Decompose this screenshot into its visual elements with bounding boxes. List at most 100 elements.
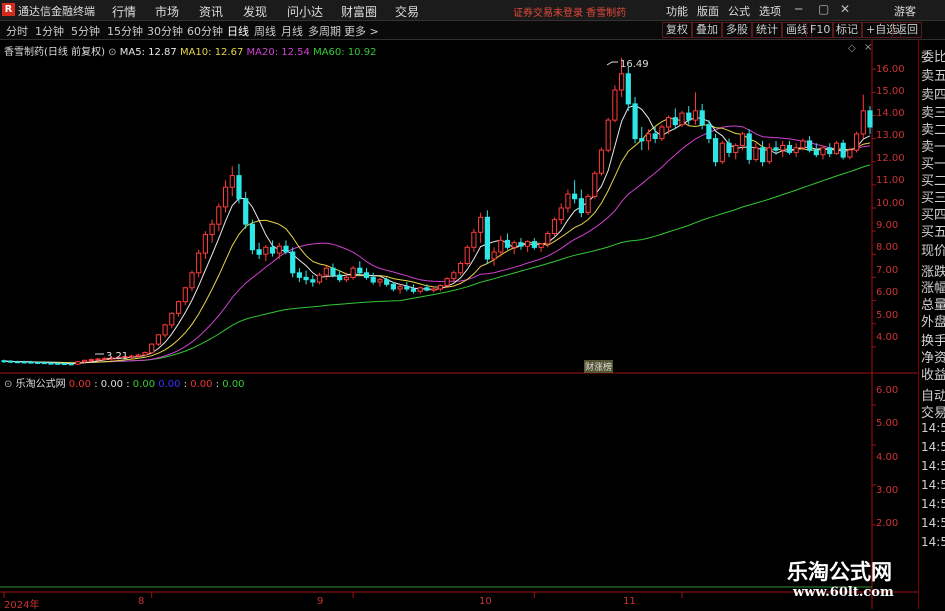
- y-tick-sub: 3.00: [876, 485, 899, 496]
- settings-icon[interactable]: ⊙: [108, 47, 116, 58]
- tab-more[interactable]: 更多 >: [344, 23, 379, 39]
- candle-down: [48, 362, 54, 365]
- guest-user[interactable]: 游客: [894, 3, 916, 19]
- tab-5min[interactable]: 5分钟: [71, 23, 100, 39]
- y-tick-main: 5.00: [876, 310, 899, 321]
- f10-button[interactable]: F10: [806, 22, 835, 38]
- menu-gongshi[interactable]: 公式: [728, 3, 750, 19]
- ma20-value: MA20: 12.54: [246, 47, 310, 58]
- candle-down: [840, 142, 846, 158]
- candle-up: [558, 207, 564, 221]
- candle-down: [786, 145, 793, 153]
- candle-down: [484, 216, 490, 260]
- candle-down: [760, 147, 766, 163]
- candle-down: [504, 239, 511, 248]
- candle-up: [471, 231, 477, 248]
- ma10-value: MA10: 12.67: [179, 47, 244, 58]
- candle-up: [176, 301, 182, 314]
- y-tick-main: 13.00: [876, 130, 905, 141]
- candle-up: [263, 246, 269, 255]
- menu-faxian[interactable]: 发现: [243, 3, 267, 20]
- close-icon[interactable]: ✕: [840, 2, 850, 16]
- candle-up: [592, 172, 598, 197]
- candlestick-chart[interactable]: [0, 40, 918, 609]
- menu-hangqing[interactable]: 行情: [112, 3, 136, 20]
- maximize-icon[interactable]: ▢: [818, 2, 829, 16]
- tab-week[interactable]: 周线: [254, 23, 276, 39]
- candle-up: [612, 89, 618, 121]
- back-button[interactable]: 返回: [892, 22, 922, 38]
- tick-time: 14:56: [921, 440, 945, 454]
- x-tick: 9: [317, 596, 324, 607]
- statistics-button[interactable]: 统计: [752, 22, 782, 38]
- candle-up: [451, 272, 457, 280]
- login-notice[interactable]: 证券交易未登录 香雪制药: [513, 4, 626, 19]
- candle-down: [256, 249, 262, 255]
- tab-month[interactable]: 月线: [281, 23, 303, 39]
- menu-caifuquan[interactable]: 财富圈: [341, 3, 377, 20]
- candle-up: [645, 133, 652, 142]
- indicator-name: 乐淘公式网: [15, 379, 66, 390]
- candle-down: [14, 361, 20, 364]
- candle-up: [666, 117, 672, 128]
- menu-xuanxiang[interactable]: 选项: [759, 3, 781, 19]
- candle-up: [800, 140, 806, 149]
- tab-15min[interactable]: 15分钟: [107, 23, 143, 39]
- tab-multi-period[interactable]: 多周期: [308, 23, 341, 39]
- tab-fenshi[interactable]: 分时: [6, 23, 28, 39]
- tick-time: 14:56: [921, 535, 945, 549]
- tab-30min[interactable]: 30分钟: [147, 23, 183, 39]
- ma60-value: MA60: 10.92: [313, 47, 377, 58]
- candle-down: [672, 117, 678, 126]
- multi-stock-button[interactable]: 多股: [722, 22, 752, 38]
- candle-up: [457, 263, 464, 274]
- candle-up: [142, 352, 148, 356]
- menu-jiaoyi[interactable]: 交易: [395, 3, 419, 20]
- candle-up: [209, 223, 215, 236]
- tab-1min[interactable]: 1分钟: [35, 23, 64, 39]
- fuquan-button[interactable]: 复权: [662, 22, 692, 38]
- candle-up: [605, 119, 611, 151]
- menu-zixun[interactable]: 资讯: [199, 3, 223, 20]
- candle-up: [189, 272, 195, 289]
- candle-down: [686, 112, 692, 121]
- candle-down: [813, 149, 819, 156]
- candle-down: [384, 279, 390, 285]
- tick-time: 14:56: [921, 516, 945, 530]
- overlay-button[interactable]: 叠加: [692, 22, 722, 38]
- minimize-icon[interactable]: ─: [795, 2, 802, 16]
- close-panel-icon[interactable]: ×: [864, 42, 872, 53]
- candle-up: [551, 219, 558, 235]
- sidebar-buy5: 买五: [921, 225, 945, 240]
- candle-down: [572, 193, 578, 200]
- menu-banmian[interactable]: 版面: [697, 3, 719, 19]
- candle-up: [149, 343, 155, 354]
- candle-down: [632, 103, 638, 140]
- candle-up: [833, 142, 840, 155]
- sidebar-sell4: 卖四: [921, 88, 945, 103]
- menu-wenxiaoda[interactable]: 问小达: [287, 3, 323, 20]
- candle-up: [276, 245, 282, 254]
- low-price-annotation: 3.21: [106, 351, 129, 362]
- candle-down: [357, 267, 363, 274]
- candle-down: [390, 283, 396, 290]
- candle-up: [88, 359, 94, 362]
- menu-shichang[interactable]: 市场: [155, 3, 179, 20]
- menu-gongneng[interactable]: 功能: [666, 3, 688, 19]
- sidebar-trade[interactable]: 交易: [921, 402, 945, 421]
- candle-up: [491, 251, 497, 260]
- rise-board-badge[interactable]: 财涨榜: [584, 360, 614, 373]
- sub-value-5: 0.00: [190, 379, 213, 390]
- tab-day[interactable]: 日线: [227, 23, 249, 39]
- y-tick-main: 15.00: [876, 86, 905, 97]
- candle-up: [478, 216, 484, 233]
- candle-up: [229, 175, 235, 188]
- sub-settings-icon[interactable]: ⊙: [4, 379, 12, 390]
- candle-down: [713, 138, 719, 163]
- ma20-line: [3, 125, 871, 364]
- x-tick: 11: [623, 596, 636, 607]
- tab-60min[interactable]: 60分钟: [187, 23, 223, 39]
- mark-button[interactable]: 标记: [832, 22, 862, 38]
- diamond-icon[interactable]: ◇: [848, 43, 856, 54]
- candle-down: [807, 140, 813, 151]
